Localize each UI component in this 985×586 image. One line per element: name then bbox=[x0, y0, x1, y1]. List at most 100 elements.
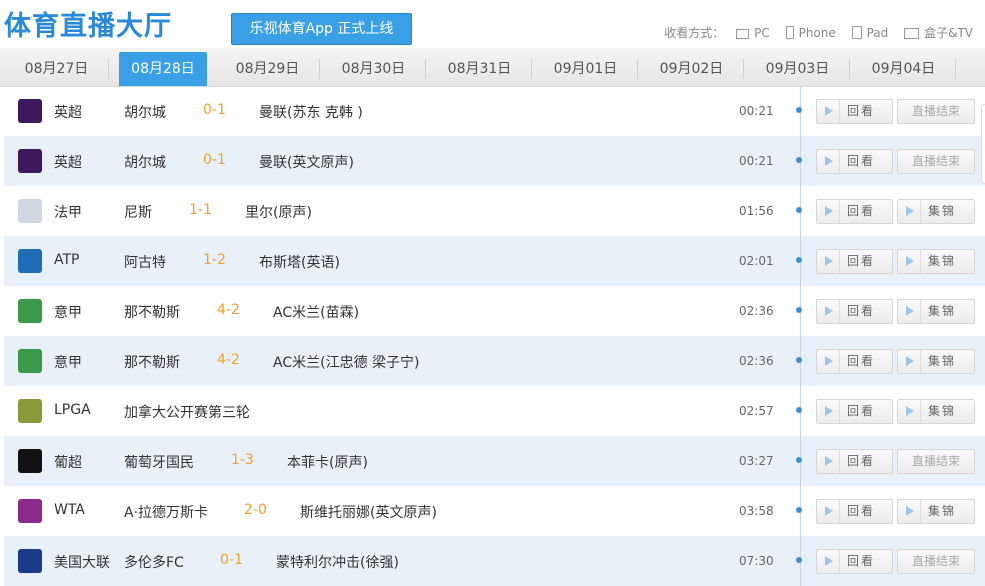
timeline-dot bbox=[796, 557, 802, 563]
away-team: 蒙特利尔冲击(徐强) bbox=[276, 555, 399, 571]
replay-label: 回看 bbox=[847, 304, 876, 318]
highlights-label: 集锦 bbox=[928, 254, 957, 268]
tab-divider bbox=[531, 59, 532, 79]
replay-button[interactable]: 回看 bbox=[816, 249, 893, 274]
replay-button[interactable]: 回看 bbox=[816, 399, 893, 424]
device-phone[interactable]: Phone bbox=[785, 26, 836, 40]
device-pad[interactable]: Pad bbox=[851, 26, 888, 40]
replay-button[interactable]: 回看 bbox=[816, 99, 893, 124]
match-time: 07:30 bbox=[739, 554, 774, 568]
match-time: 03:27 bbox=[739, 454, 774, 468]
date-tab-label: 09月04日 bbox=[871, 61, 936, 77]
replay-button[interactable]: 回看 bbox=[816, 349, 893, 374]
match-row: WTA A·拉德万斯卡 2-0 斯维托丽娜(英文原声) 03:58 回看 集锦 bbox=[4, 486, 985, 536]
date-tab-3[interactable]: 08月30日 bbox=[321, 55, 426, 83]
tab-divider bbox=[637, 59, 638, 79]
home-team: 胡尔城 bbox=[124, 155, 166, 171]
date-tab-label: 08月30日 bbox=[341, 61, 406, 77]
replay-button[interactable]: 回看 bbox=[816, 149, 893, 174]
date-tab-4[interactable]: 08月31日 bbox=[427, 55, 532, 83]
highlights-button[interactable]: 集锦 bbox=[897, 349, 975, 374]
match-score: 0-1 bbox=[203, 152, 226, 168]
match-score: 0-1 bbox=[203, 102, 226, 118]
home-team: 那不勒斯 bbox=[124, 305, 180, 321]
play-icon bbox=[898, 500, 921, 523]
replay-button[interactable]: 回看 bbox=[816, 449, 893, 474]
premier-league-icon bbox=[18, 149, 42, 173]
highlights-label: 集锦 bbox=[928, 354, 957, 368]
match-row: 意甲 那不勒斯 4-2 AC米兰(江忠德 梁子宁) 02:36 回看 集锦 bbox=[4, 336, 985, 386]
replay-button[interactable]: 回看 bbox=[816, 199, 893, 224]
play-icon bbox=[817, 400, 840, 423]
timeline-dot bbox=[796, 157, 802, 163]
play-icon bbox=[817, 250, 840, 273]
replay-label: 回看 bbox=[847, 354, 876, 368]
highlights-button[interactable]: 集锦 bbox=[897, 249, 975, 274]
phone-icon bbox=[785, 26, 794, 39]
match-row: 意甲 那不勒斯 4-2 AC米兰(苗霖) 02:36 回看 集锦 bbox=[4, 286, 985, 336]
wta-icon bbox=[18, 499, 42, 523]
page-title: 体育直播大厅 bbox=[4, 11, 172, 42]
tab-divider bbox=[108, 59, 109, 79]
date-tab-1[interactable]: 08月28日 bbox=[119, 52, 207, 86]
highlights-button[interactable]: 集锦 bbox=[897, 499, 975, 524]
premier-league-icon bbox=[18, 99, 42, 123]
league-name: WTA bbox=[54, 502, 85, 518]
match-score: 0-1 bbox=[220, 552, 243, 568]
highlights-button[interactable]: 集锦 bbox=[897, 199, 975, 224]
match-list: 英超 胡尔城 0-1 曼联(苏东 克韩 ) 00:21 回看 直播结束 英超 胡尔城 0-1 曼联(… bbox=[4, 86, 985, 586]
play-icon bbox=[817, 550, 840, 573]
tab-divider bbox=[955, 59, 956, 79]
highlights-label: 集锦 bbox=[928, 504, 957, 518]
match-time: 01:56 bbox=[739, 204, 774, 218]
replay-label: 回看 bbox=[847, 454, 876, 468]
side-panel-handle[interactable] bbox=[981, 104, 985, 184]
play-icon bbox=[817, 150, 840, 173]
match-time: 02:36 bbox=[739, 354, 774, 368]
play-icon bbox=[898, 200, 921, 223]
highlights-button[interactable]: 集锦 bbox=[897, 299, 975, 324]
play-icon bbox=[817, 300, 840, 323]
away-team: 本菲卡(原声) bbox=[287, 455, 368, 471]
match-score: 4-2 bbox=[217, 302, 240, 318]
home-team: 多伦多FC bbox=[124, 555, 184, 571]
app-launch-banner[interactable]: 乐视体育App 正式上线 bbox=[231, 13, 412, 45]
atp-icon bbox=[18, 249, 42, 273]
date-tab-8[interactable]: 09月04日 bbox=[851, 55, 956, 83]
home-team: 葡萄牙国民 bbox=[124, 455, 194, 471]
replay-button[interactable]: 回看 bbox=[816, 499, 893, 524]
home-team: 胡尔城 bbox=[124, 105, 166, 121]
live-ended-button: 直播结束 bbox=[897, 449, 975, 474]
date-tab-2[interactable]: 08月29日 bbox=[215, 55, 320, 83]
date-tab-5[interactable]: 09月01日 bbox=[533, 55, 638, 83]
play-icon bbox=[898, 400, 921, 423]
timeline-dot bbox=[796, 457, 802, 463]
match-time: 02:36 bbox=[739, 304, 774, 318]
date-tab-6[interactable]: 09月02日 bbox=[639, 55, 744, 83]
date-tab-0[interactable]: 08月27日 bbox=[4, 55, 109, 83]
timeline-dot bbox=[796, 107, 802, 113]
replay-label: 回看 bbox=[847, 504, 876, 518]
league-name: 法甲 bbox=[54, 205, 82, 221]
highlights-button[interactable]: 集锦 bbox=[897, 399, 975, 424]
home-team: 阿古特 bbox=[124, 255, 166, 271]
device-tv[interactable]: 盒子&TV bbox=[904, 24, 973, 41]
device-pc[interactable]: PC bbox=[736, 26, 770, 40]
live-ended-button: 直播结束 bbox=[897, 549, 975, 574]
tab-divider bbox=[425, 59, 426, 79]
ligue1-icon bbox=[18, 199, 42, 223]
date-tab-7[interactable]: 09月03日 bbox=[745, 55, 850, 83]
highlights-label: 集锦 bbox=[928, 404, 957, 418]
play-icon bbox=[898, 300, 921, 323]
replay-button[interactable]: 回看 bbox=[816, 549, 893, 574]
match-time: 00:21 bbox=[739, 104, 774, 118]
league-name: LPGA bbox=[54, 402, 91, 418]
play-icon bbox=[817, 500, 840, 523]
play-icon bbox=[817, 350, 840, 373]
timeline-dot bbox=[796, 357, 802, 363]
away-team: 里尔(原声) bbox=[245, 205, 312, 221]
league-name: 英超 bbox=[54, 155, 82, 171]
replay-button[interactable]: 回看 bbox=[816, 299, 893, 324]
highlights-label: 集锦 bbox=[928, 204, 957, 218]
tab-divider bbox=[849, 59, 850, 79]
